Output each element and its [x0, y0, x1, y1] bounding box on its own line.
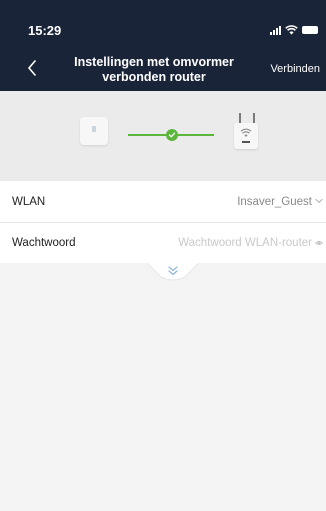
router-antenna-right — [253, 113, 255, 123]
password-row[interactable]: Wachtwoord Wachtwoord WLAN-router — [0, 222, 326, 263]
wlan-value[interactable]: Insaver_Guest — [237, 196, 312, 208]
back-button[interactable] — [22, 58, 42, 78]
password-label: Wachtwoord — [12, 237, 76, 249]
inverter-device-icon — [80, 117, 108, 145]
expand-toggle[interactable] — [147, 263, 199, 283]
connection-line-right — [176, 134, 214, 136]
eye-toggle-icon[interactable] — [315, 239, 323, 247]
device-led — [92, 126, 96, 132]
router-indicator — [242, 141, 250, 143]
connection-diagram — [0, 91, 326, 181]
check-icon — [168, 132, 176, 138]
battery-icon — [302, 26, 318, 34]
header: 15:29 Instellingen met omvormer verbonde… — [0, 0, 326, 91]
wifi-icon — [285, 25, 298, 35]
status-time: 15:29 — [28, 23, 62, 38]
wlan-label: WLAN — [12, 195, 46, 208]
status-icons — [270, 24, 318, 36]
screen: 15:29 Instellingen met omvormer verbonde… — [0, 0, 326, 511]
page-title: Instellingen met omvormer verbonden rout… — [74, 55, 234, 84]
chevron-down-icon[interactable] — [315, 197, 323, 205]
wlan-row[interactable]: WLAN Insaver_Guest — [0, 181, 326, 222]
chevron-left-icon — [28, 60, 36, 76]
settings-form: WLAN Insaver_Guest Wachtwoord Wachtwoord… — [0, 181, 326, 263]
connect-button[interactable]: Verbinden — [270, 63, 320, 75]
password-input[interactable]: Wachtwoord WLAN-router — [178, 237, 312, 249]
router-wifi-icon — [240, 128, 252, 137]
connection-line-left — [128, 134, 168, 136]
router-antenna-left — [239, 113, 241, 123]
signal-icon — [270, 25, 281, 35]
router-device-icon — [234, 123, 258, 149]
expand-tab-shape — [147, 263, 199, 281]
